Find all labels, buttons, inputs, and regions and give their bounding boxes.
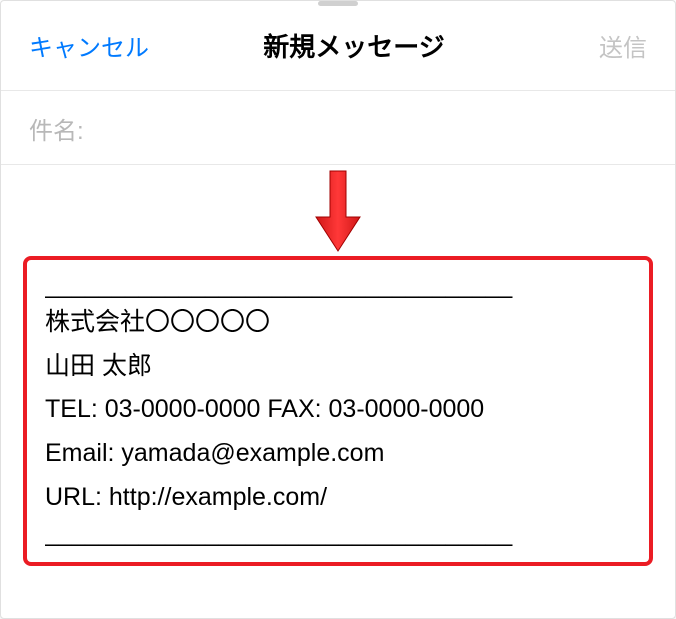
signature-divider-bottom: ___________________________________ xyxy=(45,520,631,549)
signature-tel-fax: TEL: 03-0000-0000 FAX: 03-0000-0000 xyxy=(45,388,631,432)
subject-label: 件名: xyxy=(29,118,84,145)
arrow-annotation xyxy=(1,165,675,256)
signature-highlight-box: ___________________________________ 株式会社… xyxy=(23,256,653,566)
compose-window: キャンセル 新規メッセージ 送信 件名: ___________________… xyxy=(0,0,676,619)
subject-row[interactable]: 件名: xyxy=(1,91,675,165)
drag-handle[interactable] xyxy=(318,1,358,6)
signature-name: 山田 太郎 xyxy=(45,345,631,389)
header: キャンセル 新規メッセージ 送信 xyxy=(1,1,675,91)
send-button[interactable]: 送信 xyxy=(599,28,647,63)
signature-company: 株式会社〇〇〇〇〇 xyxy=(45,301,631,345)
signature-url: URL: http://example.com/ xyxy=(45,476,631,520)
signature-divider-top: ___________________________________ xyxy=(45,272,631,301)
arrow-down-icon xyxy=(313,169,363,254)
signature-email: Email: yamada@example.com xyxy=(45,432,631,476)
page-title: 新規メッセージ xyxy=(109,27,599,64)
